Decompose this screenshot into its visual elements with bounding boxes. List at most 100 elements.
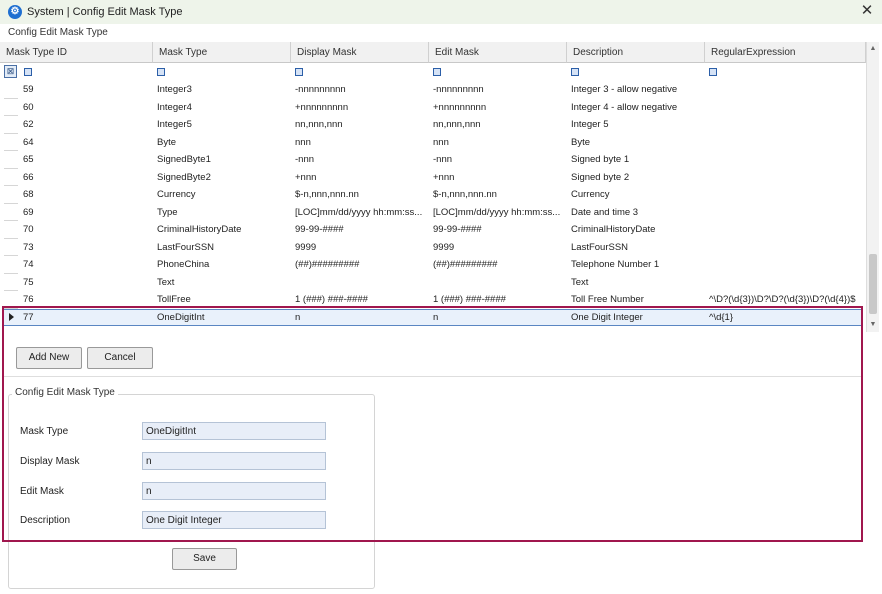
- cell-mask-type-id[interactable]: 74: [23, 256, 155, 274]
- cell-mask-type-id[interactable]: 60: [23, 99, 155, 117]
- cell-regular-expression[interactable]: [709, 99, 859, 117]
- cell-description[interactable]: Integer 4 - allow negative: [571, 99, 703, 117]
- close-icon[interactable]: ✕: [858, 2, 876, 20]
- cell-description[interactable]: Signed byte 1: [571, 151, 703, 169]
- cell-mask-type-id[interactable]: 66: [23, 169, 155, 187]
- table-row[interactable]: 73 LastFourSSN 9999 9999 LastFourSSN: [0, 239, 866, 257]
- cell-display-mask[interactable]: -nnnnnnnnn: [295, 81, 427, 99]
- cell-mask-type[interactable]: SignedByte1: [157, 151, 289, 169]
- cell-regular-expression[interactable]: [709, 186, 859, 204]
- cell-display-mask[interactable]: +nnnnnnnnn: [295, 99, 427, 117]
- cell-mask-type[interactable]: Text: [157, 274, 289, 292]
- cancel-button[interactable]: Cancel: [87, 347, 153, 369]
- cell-mask-type[interactable]: Integer3: [157, 81, 289, 99]
- cell-mask-type-id[interactable]: 73: [23, 239, 155, 257]
- cell-edit-mask[interactable]: (##)#########: [433, 256, 565, 274]
- cell-display-mask[interactable]: +nnn: [295, 169, 427, 187]
- cell-edit-mask[interactable]: nn,nnn,nnn: [433, 116, 565, 134]
- mask-type-input[interactable]: [142, 422, 326, 440]
- save-button[interactable]: Save: [172, 548, 237, 570]
- table-row[interactable]: 66 SignedByte2 +nnn +nnn Signed byte 2: [0, 169, 866, 187]
- cell-description[interactable]: Telephone Number 1: [571, 256, 703, 274]
- edit-mask-input[interactable]: [142, 482, 326, 500]
- cell-mask-type[interactable]: TollFree: [157, 291, 289, 309]
- column-header-description[interactable]: Description: [567, 42, 705, 63]
- cell-display-mask[interactable]: 1 (###) ###-####: [295, 291, 427, 309]
- filter-description[interactable]: [571, 68, 579, 76]
- table-row[interactable]: 69 Type [LOC]mm/dd/yyyy hh:mm:ss... [LOC]mm…: [0, 204, 866, 222]
- scroll-down-arrow-icon[interactable]: ▼: [867, 318, 879, 332]
- cell-edit-mask[interactable]: -nnnnnnnnn: [433, 81, 565, 99]
- cell-display-mask[interactable]: 99-99-####: [295, 221, 427, 239]
- cell-mask-type-id[interactable]: 64: [23, 134, 155, 152]
- cell-display-mask[interactable]: nnn: [295, 134, 427, 152]
- cell-display-mask[interactable]: [LOC]mm/dd/yyyy hh:mm:ss...: [295, 204, 427, 222]
- cell-mask-type[interactable]: LastFourSSN: [157, 239, 289, 257]
- column-header-display-mask[interactable]: Display Mask: [291, 42, 429, 63]
- cell-mask-type-id[interactable]: 68: [23, 186, 155, 204]
- cell-description[interactable]: Currency: [571, 186, 703, 204]
- cell-description[interactable]: Integer 5: [571, 116, 703, 134]
- cell-description[interactable]: Byte: [571, 134, 703, 152]
- filter-regular-expression[interactable]: [709, 68, 717, 76]
- cell-description[interactable]: Integer 3 - allow negative: [571, 81, 703, 99]
- column-header-edit-mask[interactable]: Edit Mask: [429, 42, 567, 63]
- cell-description[interactable]: Toll Free Number: [571, 291, 703, 309]
- cell-mask-type[interactable]: Currency: [157, 186, 289, 204]
- cell-mask-type[interactable]: SignedByte2: [157, 169, 289, 187]
- table-row[interactable]: 75 Text Text: [0, 274, 866, 292]
- cell-display-mask[interactable]: -nnn: [295, 151, 427, 169]
- cell-display-mask[interactable]: (##)#########: [295, 256, 427, 274]
- selected-cell-mask-type[interactable]: OneDigitInt: [157, 309, 205, 327]
- filter-display-mask[interactable]: [295, 68, 303, 76]
- cell-regular-expression[interactable]: [709, 221, 859, 239]
- table-row[interactable]: 74 PhoneChina (##)######### (##)######### Te…: [0, 256, 866, 274]
- table-row[interactable]: 68 Currency $-n,nnn,nnn.nn $-n,nnn,nnn.nn Cu…: [0, 186, 866, 204]
- selected-cell-display-mask[interactable]: n: [295, 309, 300, 327]
- cell-mask-type[interactable]: PhoneChina: [157, 256, 289, 274]
- cell-regular-expression[interactable]: [709, 116, 859, 134]
- cell-mask-type-id[interactable]: 65: [23, 151, 155, 169]
- cell-mask-type-id[interactable]: 70: [23, 221, 155, 239]
- column-header-mask-type-id[interactable]: Mask Type ID: [0, 42, 153, 63]
- cell-mask-type-id[interactable]: 69: [23, 204, 155, 222]
- grid-vertical-scrollbar[interactable]: ▲ ▼: [866, 42, 879, 332]
- cell-mask-type[interactable]: Integer5: [157, 116, 289, 134]
- cell-edit-mask[interactable]: nnn: [433, 134, 565, 152]
- cell-display-mask[interactable]: 9999: [295, 239, 427, 257]
- filter-mask-type-id[interactable]: [24, 68, 32, 76]
- column-header-regular-expression[interactable]: RegularExpression: [705, 42, 866, 63]
- cell-edit-mask[interactable]: 1 (###) ###-####: [433, 291, 565, 309]
- filter-edit-mask[interactable]: [433, 68, 441, 76]
- table-row[interactable]: 64 Byte nnn nnn Byte: [0, 134, 866, 152]
- cell-mask-type[interactable]: CriminalHistoryDate: [157, 221, 289, 239]
- column-header-mask-type[interactable]: Mask Type: [153, 42, 291, 63]
- cell-edit-mask[interactable]: +nnn: [433, 169, 565, 187]
- description-input[interactable]: [142, 511, 326, 529]
- add-new-button[interactable]: Add New: [16, 347, 82, 369]
- filter-editor-icon[interactable]: ⊠: [4, 65, 17, 78]
- cell-mask-type-id[interactable]: 62: [23, 116, 155, 134]
- table-row[interactable]: 70 CriminalHistoryDate 99-99-#### 99-99-###…: [0, 221, 866, 239]
- cell-regular-expression[interactable]: [709, 204, 859, 222]
- selected-cell-mask-type-id[interactable]: 77: [23, 309, 34, 327]
- cell-mask-type-id[interactable]: 75: [23, 274, 155, 292]
- table-row[interactable]: 65 SignedByte1 -nnn -nnn Signed byte 1: [0, 151, 866, 169]
- cell-display-mask[interactable]: $-n,nnn,nnn.nn: [295, 186, 427, 204]
- table-row[interactable]: 76 TollFree 1 (###) ###-#### 1 (###) ###-##…: [0, 291, 866, 309]
- cell-regular-expression[interactable]: ^\D?(\d{3})\D?\D?(\d{3})\D?(\d{4})$: [709, 291, 859, 309]
- cell-description[interactable]: CriminalHistoryDate: [571, 221, 703, 239]
- cell-description[interactable]: Date and time 3: [571, 204, 703, 222]
- display-mask-input[interactable]: [142, 452, 326, 470]
- cell-display-mask[interactable]: [295, 274, 427, 292]
- cell-regular-expression[interactable]: [709, 169, 859, 187]
- cell-description[interactable]: Text: [571, 274, 703, 292]
- selected-cell-regular-expression[interactable]: ^\d{1}: [709, 309, 733, 327]
- cell-display-mask[interactable]: nn,nnn,nnn: [295, 116, 427, 134]
- cell-edit-mask[interactable]: [433, 274, 565, 292]
- cell-mask-type[interactable]: Byte: [157, 134, 289, 152]
- scroll-up-arrow-icon[interactable]: ▲: [867, 42, 879, 56]
- cell-edit-mask[interactable]: +nnnnnnnnn: [433, 99, 565, 117]
- cell-mask-type[interactable]: Integer4: [157, 99, 289, 117]
- cell-regular-expression[interactable]: [709, 239, 859, 257]
